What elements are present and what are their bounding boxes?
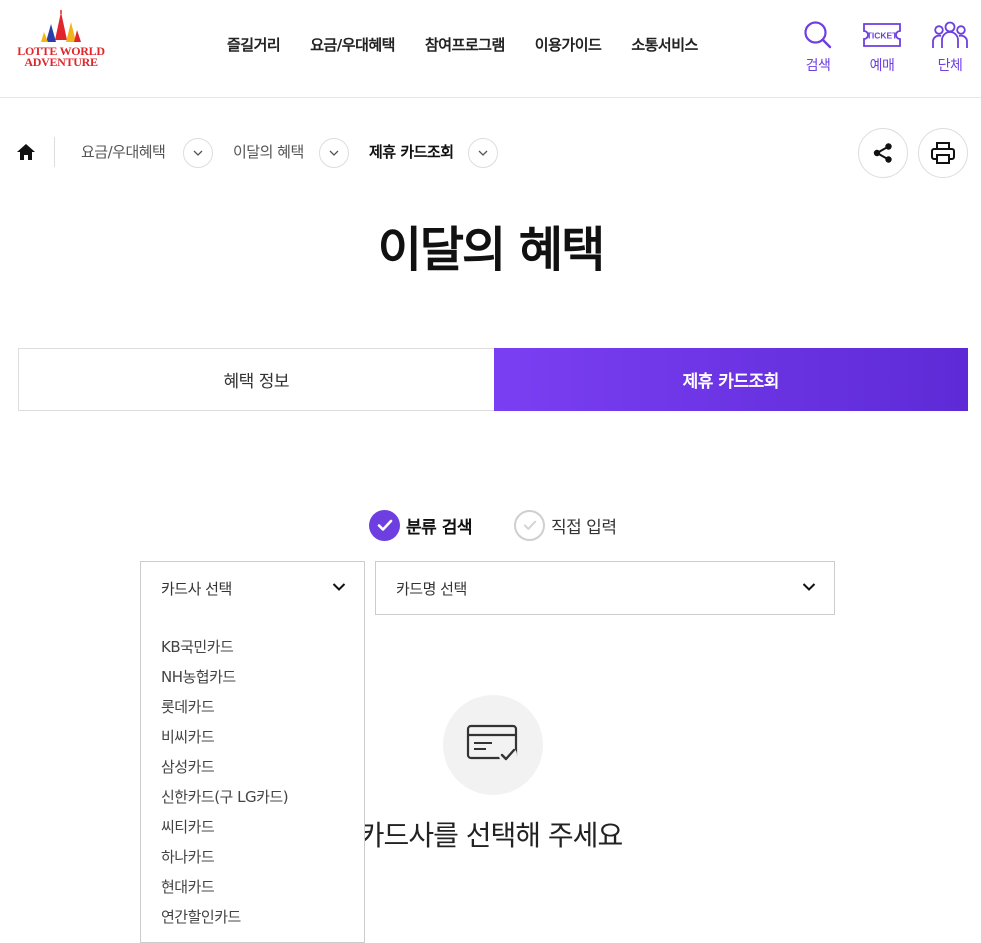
- logo-text: LOTTE WORLD ADVENTURE: [17, 45, 105, 69]
- breadcrumb-divider: [54, 137, 55, 167]
- option-bc-card[interactable]: 비씨카드: [141, 722, 364, 752]
- chevron-down-icon: [332, 583, 346, 591]
- booking-button[interactable]: TICKET 예매: [852, 18, 912, 75]
- option-hyundai-card[interactable]: 현대카드: [141, 872, 364, 902]
- group-people-icon: [932, 21, 968, 48]
- breadcrumb-current: 제휴 카드조회: [369, 143, 454, 161]
- nav-communication[interactable]: 소통서비스: [616, 34, 713, 55]
- radio-category-label: 분류 검색: [406, 518, 472, 538]
- breadcrumb-fares-benefits[interactable]: 요금/우대혜택: [81, 141, 166, 162]
- ticket-icon: TICKET: [863, 23, 901, 47]
- card-name-select-value: 카드명 선택: [396, 579, 467, 598]
- search-icon: [804, 21, 832, 49]
- option-kb-card[interactable]: KB국민카드: [141, 632, 364, 662]
- breadcrumb-dropdown-3[interactable]: [468, 138, 498, 168]
- option-citi-card[interactable]: 씨티카드: [141, 812, 364, 842]
- chevron-down-icon: [478, 150, 488, 156]
- option-lotte-card[interactable]: 롯데카드: [141, 692, 364, 722]
- page-title: 이달의 혜택: [377, 222, 606, 278]
- breadcrumb-monthly-benefits[interactable]: 이달의 혜택: [233, 141, 304, 162]
- nav-guide[interactable]: 이용가이드: [520, 34, 617, 55]
- breadcrumb-dropdown-1[interactable]: [183, 138, 213, 168]
- option-samsung-card[interactable]: 삼성카드: [141, 752, 364, 782]
- nav-fares-benefits[interactable]: 요금/우대혜택: [295, 34, 410, 55]
- check-circle-icon: [514, 510, 545, 541]
- option-annual-discount-card[interactable]: 연간할인카드: [141, 902, 364, 932]
- nav-attractions[interactable]: 즐길거리: [212, 34, 295, 55]
- option-nh-card[interactable]: NH농협카드: [141, 662, 364, 692]
- tab-benefit-info[interactable]: 혜택 정보: [18, 348, 494, 411]
- card-company-select-value: 카드사 선택: [161, 579, 232, 598]
- search-label: 검색: [805, 58, 831, 74]
- check-circle-icon: [369, 510, 400, 541]
- group-button[interactable]: 단체: [920, 18, 980, 75]
- home-icon: [17, 144, 35, 160]
- empty-state-illustration: [443, 695, 543, 795]
- castle-logo-icon: [41, 10, 81, 42]
- radio-direct-label: 직접 입력: [551, 518, 617, 538]
- ticket-badge-text: TICKET: [867, 31, 899, 41]
- main-navigation: 즐길거리 요금/우대혜택 참여프로그램 이용가이드 소통서비스: [212, 34, 713, 55]
- chevron-down-icon: [329, 150, 339, 156]
- card-name-select[interactable]: 카드명 선택: [375, 561, 835, 615]
- lotte-world-logo[interactable]: LOTTE WORLD ADVENTURE: [17, 10, 105, 70]
- logo-line-2: ADVENTURE: [24, 55, 98, 69]
- print-button[interactable]: [918, 128, 968, 178]
- radio-category-search[interactable]: 분류 검색: [369, 510, 472, 541]
- option-shinhan-card[interactable]: 신한카드(구 LG카드): [141, 782, 364, 812]
- chevron-down-icon: [193, 150, 203, 156]
- card-company-select[interactable]: 카드사 선택: [140, 561, 365, 615]
- option-hana-card[interactable]: 하나카드: [141, 842, 364, 872]
- card-check-icon: [466, 724, 518, 764]
- breadcrumb-home[interactable]: [16, 143, 38, 163]
- share-button[interactable]: [858, 128, 908, 178]
- nav-programs[interactable]: 참여프로그램: [410, 34, 520, 55]
- search-button[interactable]: 검색: [788, 18, 848, 75]
- radio-direct-input[interactable]: 직접 입력: [514, 510, 617, 541]
- group-label: 단체: [937, 58, 963, 74]
- breadcrumb-dropdown-2[interactable]: [319, 138, 349, 168]
- chevron-down-icon: [802, 583, 816, 591]
- site-header: LOTTE WORLD ADVENTURE 즐길거리 요금/우대혜택 참여프로그…: [0, 0, 981, 98]
- content-tabs: 혜택 정보 제휴 카드조회: [18, 348, 968, 411]
- tab-partner-card-lookup[interactable]: 제휴 카드조회: [493, 348, 968, 411]
- card-company-options: KB국민카드 NH농협카드 롯데카드 비씨카드 삼성카드 신한카드(구 LG카드…: [140, 614, 365, 943]
- booking-label: 예매: [869, 58, 895, 74]
- share-icon: [873, 143, 892, 163]
- printer-icon: [931, 142, 955, 164]
